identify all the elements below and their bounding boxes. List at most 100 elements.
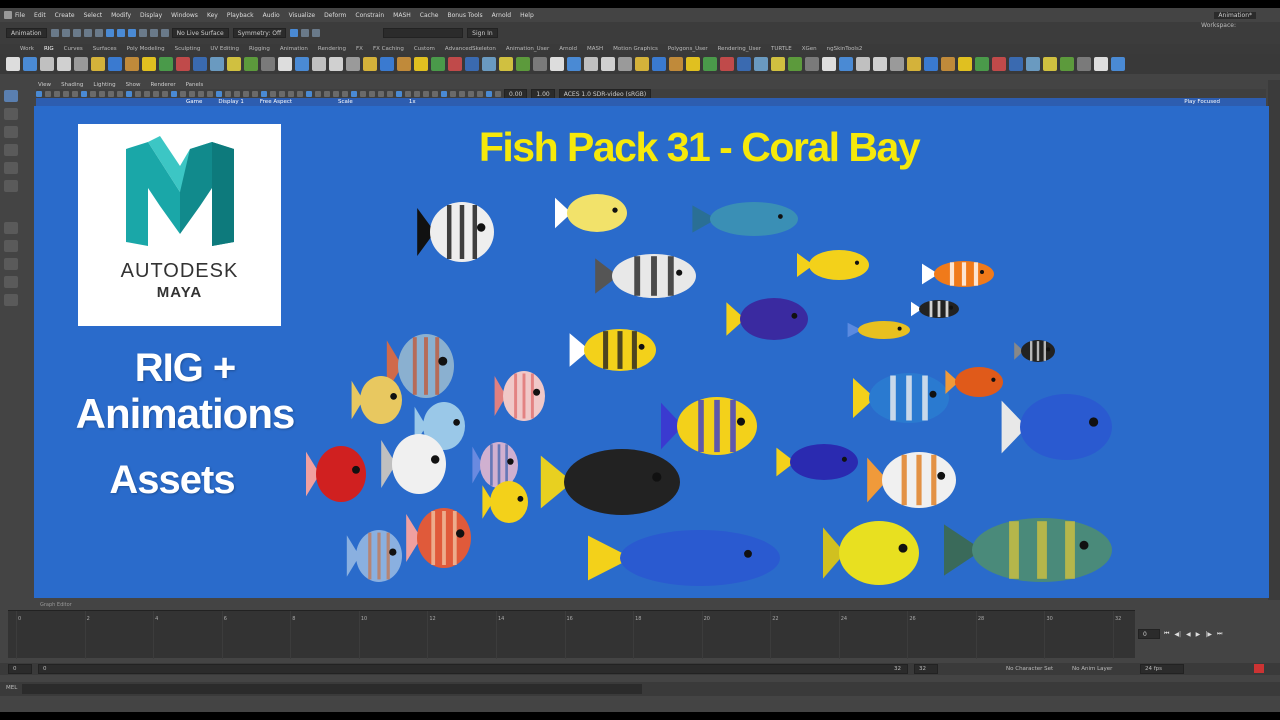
shelf-button-icon[interactable] bbox=[74, 57, 88, 71]
menu-edit[interactable]: Edit bbox=[34, 12, 46, 19]
panel-menu-show[interactable]: Show bbox=[126, 82, 141, 88]
panel-tool-icon[interactable] bbox=[99, 90, 105, 97]
fps-dropdown[interactable]: 24 fps bbox=[1140, 664, 1184, 674]
shelf-tab-arnold[interactable]: Arnold bbox=[559, 46, 577, 52]
shelf-button-icon[interactable] bbox=[329, 57, 343, 71]
shelf-tab-rendering-user[interactable]: Rendering_User bbox=[718, 46, 761, 52]
panel-tool-icon[interactable] bbox=[162, 90, 168, 97]
shelf-button-icon[interactable] bbox=[278, 57, 292, 71]
shelf-button-icon[interactable] bbox=[754, 57, 768, 71]
shelf-button-icon[interactable] bbox=[873, 57, 887, 71]
shelf-button-icon[interactable] bbox=[448, 57, 462, 71]
panel-tool-icon[interactable] bbox=[459, 90, 465, 97]
shelf-button-icon[interactable] bbox=[1026, 57, 1040, 71]
undo-icon[interactable] bbox=[83, 29, 92, 37]
panel-tool-icon[interactable] bbox=[396, 90, 402, 97]
shelf-button-icon[interactable] bbox=[805, 57, 819, 71]
panel-tool-icon[interactable] bbox=[342, 90, 348, 97]
open-scene-icon[interactable] bbox=[61, 29, 70, 37]
search-field[interactable] bbox=[383, 28, 464, 38]
panel-menu-shading[interactable]: Shading bbox=[61, 82, 83, 88]
shelf-button-icon[interactable] bbox=[856, 57, 870, 71]
shelf-button-icon[interactable] bbox=[839, 57, 853, 71]
menu-key[interactable]: Key bbox=[207, 12, 218, 19]
panel-tool-icon[interactable] bbox=[36, 90, 42, 97]
shelf-tab-mash[interactable]: MASH bbox=[587, 46, 603, 52]
camera-dropdown[interactable]: Game bbox=[186, 99, 202, 105]
shelf-button-icon[interactable] bbox=[1094, 57, 1108, 71]
menu-windows[interactable]: Windows bbox=[171, 12, 198, 19]
viewport[interactable]: AUTODESK MAYA Fish Pack 31 - Coral Bay R… bbox=[34, 106, 1269, 598]
shelf-button-icon[interactable] bbox=[618, 57, 632, 71]
panel-tool-icon[interactable] bbox=[252, 90, 258, 97]
shelf-button-icon[interactable] bbox=[227, 57, 241, 71]
shelf-button-icon[interactable] bbox=[142, 57, 156, 71]
shelf-button-icon[interactable] bbox=[788, 57, 802, 71]
shelf-button-icon[interactable] bbox=[295, 57, 309, 71]
shelf-tab-rigging[interactable]: Rigging bbox=[249, 46, 270, 52]
panel-tool-icon[interactable] bbox=[360, 90, 366, 97]
step-back-icon[interactable]: ◀| bbox=[1174, 631, 1181, 638]
lasso-tool-icon[interactable] bbox=[4, 108, 18, 120]
play-back-icon[interactable]: ◀ bbox=[1186, 631, 1191, 638]
menu-file[interactable]: File bbox=[15, 12, 25, 19]
ipr-icon[interactable] bbox=[301, 29, 310, 37]
panel-menu-view[interactable]: View bbox=[38, 82, 51, 88]
shelf-button-icon[interactable] bbox=[1060, 57, 1074, 71]
panel-tool-icon[interactable] bbox=[207, 90, 213, 97]
shelf-button-icon[interactable] bbox=[1111, 57, 1125, 71]
panel-tool-icon[interactable] bbox=[468, 90, 474, 97]
shelf-tab-xgen[interactable]: XGen bbox=[802, 46, 817, 52]
menu-constrain[interactable]: Constrain bbox=[355, 12, 384, 19]
shelf-button-icon[interactable] bbox=[1043, 57, 1057, 71]
menu-select[interactable]: Select bbox=[84, 12, 103, 19]
shelf-button-icon[interactable] bbox=[669, 57, 683, 71]
shelf-button-icon[interactable] bbox=[346, 57, 360, 71]
shelf-button-icon[interactable] bbox=[1009, 57, 1023, 71]
select-component-icon[interactable] bbox=[127, 29, 136, 37]
redo-icon[interactable] bbox=[94, 29, 103, 37]
menu-mash[interactable]: MASH bbox=[393, 12, 411, 19]
panel-tool-icon[interactable] bbox=[234, 90, 240, 97]
shelf-button-icon[interactable] bbox=[652, 57, 666, 71]
menu-create[interactable]: Create bbox=[55, 12, 75, 19]
home-icon[interactable] bbox=[4, 11, 12, 19]
shelf-tab-animation-user[interactable]: Animation_User bbox=[506, 46, 549, 52]
mel-input[interactable] bbox=[22, 684, 642, 694]
shelf-button-icon[interactable] bbox=[822, 57, 836, 71]
shelf-button-icon[interactable] bbox=[924, 57, 938, 71]
panel-tool-icon[interactable] bbox=[90, 90, 96, 97]
shelf-tab-custom[interactable]: Custom bbox=[414, 46, 435, 52]
shelf-button-icon[interactable] bbox=[499, 57, 513, 71]
menu-playback[interactable]: Playback bbox=[227, 12, 254, 19]
shelf-tab-work[interactable]: Work bbox=[20, 46, 34, 52]
scale-tool-icon[interactable] bbox=[4, 180, 18, 192]
shelf-tab-animation[interactable]: Animation bbox=[280, 46, 308, 52]
shelf-button-icon[interactable] bbox=[91, 57, 105, 71]
menu-bonus-tools[interactable]: Bonus Tools bbox=[447, 12, 482, 19]
panel-tool-icon[interactable] bbox=[126, 90, 132, 97]
snap-curve-icon[interactable] bbox=[149, 29, 158, 37]
panel-tool-icon[interactable] bbox=[324, 90, 330, 97]
shelf-button-icon[interactable] bbox=[584, 57, 598, 71]
rotate-tool-icon[interactable] bbox=[4, 162, 18, 174]
panel-tool-icon[interactable] bbox=[387, 90, 393, 97]
current-frame-field[interactable]: 0 bbox=[1138, 629, 1160, 639]
range-end-field[interactable]: 32 bbox=[914, 664, 938, 674]
new-scene-icon[interactable] bbox=[50, 29, 59, 37]
search-icon[interactable] bbox=[4, 294, 18, 306]
play-focused-dropdown[interactable]: Play Focused bbox=[1184, 99, 1220, 105]
panel-tool-icon[interactable] bbox=[441, 90, 447, 97]
panel-tool-icon[interactable] bbox=[414, 90, 420, 97]
panel-tool-icon[interactable] bbox=[450, 90, 456, 97]
panel-tool-icon[interactable] bbox=[378, 90, 384, 97]
panel-tool-icon[interactable] bbox=[306, 90, 312, 97]
shelf-button-icon[interactable] bbox=[40, 57, 54, 71]
paint-select-icon[interactable] bbox=[4, 126, 18, 138]
panel-color-field[interactable]: ACES 1.0 SDR-video (sRGB) bbox=[558, 89, 652, 98]
auto-key-icon[interactable] bbox=[1254, 664, 1264, 673]
shelf-tab-turtle[interactable]: TURTLE bbox=[771, 46, 792, 52]
panel-field2-field[interactable]: 1.00 bbox=[531, 89, 555, 98]
shelf-button-icon[interactable] bbox=[261, 57, 275, 71]
step-forward-icon[interactable]: |▶ bbox=[1205, 631, 1212, 638]
